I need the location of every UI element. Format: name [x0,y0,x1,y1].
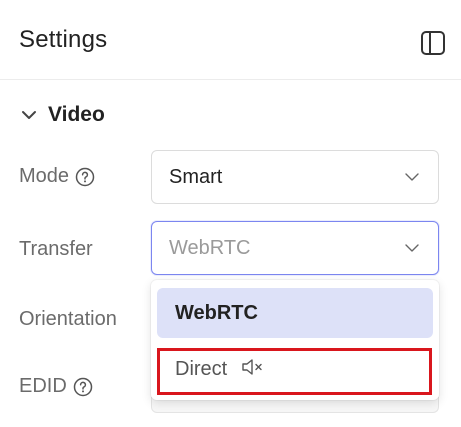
video-section-toggle[interactable]: Video [20,101,105,129]
transfer-select-value: WebRTC [169,237,251,259]
dropdown-option-direct[interactable]: Direct [157,348,433,398]
edid-label-row: EDID [19,375,93,398]
mode-label: Mode [19,165,70,187]
page-title: Settings [19,26,108,53]
dropdown-option-webrtc[interactable]: WebRTC [157,288,433,338]
speaker-muted-icon [242,359,262,375]
orientation-label-row: Orientation [19,308,117,331]
mode-select[interactable]: Smart [151,150,439,204]
option-label: WebRTC [175,302,258,324]
sidebar-toggle-icon[interactable] [420,30,446,56]
transfer-dropdown-menu: WebRTC Direct [151,280,439,400]
option-label: Direct [175,358,228,380]
help-icon[interactable] [73,377,93,397]
mode-select-value: Smart [169,166,223,188]
chevron-down-icon [22,111,36,119]
chevron-down-icon [405,244,419,252]
settings-header: Settings [0,0,461,80]
help-icon[interactable] [75,167,95,187]
chevron-down-icon [405,173,419,181]
transfer-select[interactable]: WebRTC [151,221,439,275]
mode-label-row: Mode [19,165,95,188]
transfer-label: Transfer [19,238,93,260]
section-title-video: Video [48,103,105,126]
orientation-label: Orientation [19,308,117,330]
transfer-label-row: Transfer [19,238,93,261]
edid-label: EDID [19,375,67,397]
